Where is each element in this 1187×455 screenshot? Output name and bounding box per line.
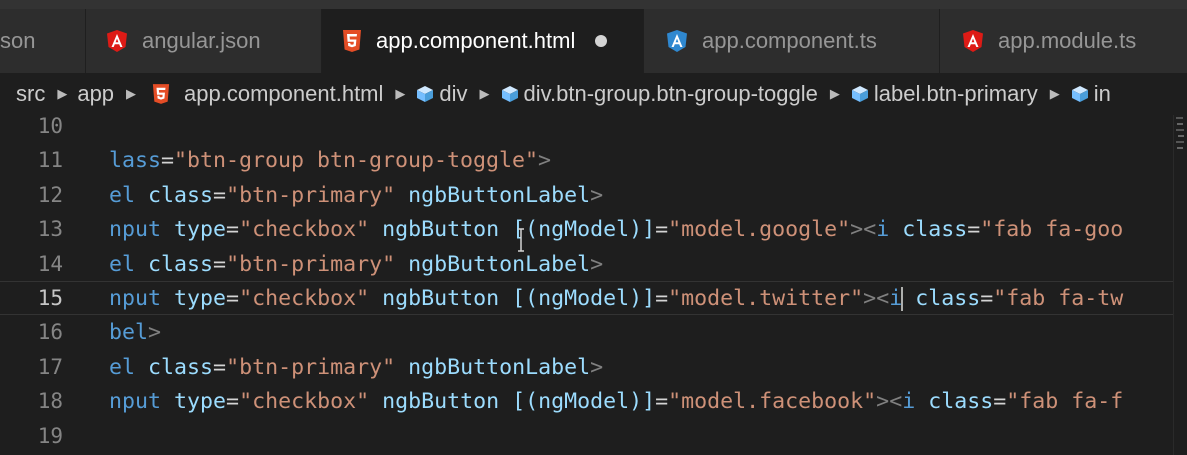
symbol-cube-icon xyxy=(501,86,518,102)
symbol-cube-icon xyxy=(1071,86,1088,102)
code-text: bel> xyxy=(109,319,162,345)
code-line[interactable]: 10 xyxy=(0,115,1187,143)
angular-icon xyxy=(963,30,983,52)
breadcrumb-separator-icon: ▶ xyxy=(395,86,406,101)
breadcrumb-label: label.btn-primary xyxy=(873,81,1038,106)
breadcrumb-item-label[interactable]: label.btn-primary xyxy=(850,81,1038,107)
code-text: nput type="checkbox" ngbButton [(ngModel… xyxy=(109,216,1124,242)
line-number: 13 xyxy=(37,217,63,241)
tab-app-component-ts[interactable]: app.component.ts xyxy=(644,9,940,73)
breadcrumb-separator-icon: ▶ xyxy=(829,86,840,101)
vertical-scrollbar[interactable] xyxy=(1173,115,1187,455)
breadcrumb-label: div.btn-group.btn-group-toggle xyxy=(523,81,818,106)
code-text: nput type="checkbox" ngbButton [(ngModel… xyxy=(109,285,1124,311)
code-text: el class="btn-primary" ngbButtonLabel> xyxy=(109,354,604,380)
breadcrumb-item-app[interactable]: app xyxy=(77,81,114,107)
tab-label: angular.json xyxy=(142,28,261,53)
line-number: 17 xyxy=(37,355,63,379)
breadcrumb-item-div-btn-group[interactable]: div.btn-group.btn-group-toggle xyxy=(500,81,818,107)
angular-icon xyxy=(107,30,127,52)
tab-app-component-html[interactable]: app.component.html xyxy=(322,9,644,73)
breadcrumb-label: src xyxy=(16,81,46,106)
breadcrumb-separator-icon: ▶ xyxy=(479,86,490,101)
html5-icon xyxy=(343,30,361,52)
code-line[interactable]: 14 el class="btn-primary" ngbButtonLabel… xyxy=(0,247,1187,281)
text-cursor xyxy=(901,286,904,311)
breadcrumb-item-file[interactable]: app.component.html xyxy=(146,81,383,107)
tab-angular-json[interactable]: angular.json xyxy=(86,9,322,73)
breadcrumb-item-src[interactable]: src xyxy=(16,81,45,107)
tab-label: app.component.html xyxy=(376,28,576,53)
symbol-cube-icon xyxy=(851,86,868,102)
unsaved-dot-icon[interactable] xyxy=(595,35,608,47)
code-line[interactable]: 17 el class="btn-primary" ngbButtonLabel… xyxy=(0,350,1187,384)
breadcrumb-item-input[interactable]: in xyxy=(1070,81,1111,107)
breadcrumb-label: app.component.html xyxy=(184,81,384,106)
code-line-current[interactable]: 15 nput type="checkbox" ngbButton [(ngMo… xyxy=(0,281,1187,315)
angular-ts-icon xyxy=(667,30,687,52)
breadcrumb-label: in xyxy=(1093,81,1111,106)
breadcrumb-label: app xyxy=(77,81,115,106)
editor-tab-bar: son angular.json app.component.html app.… xyxy=(0,9,1187,73)
line-number: 14 xyxy=(37,252,63,276)
code-text: el class="btn-primary" ngbButtonLabel> xyxy=(109,251,604,277)
minimap-icon[interactable] xyxy=(1175,117,1185,157)
html5-icon xyxy=(152,84,170,104)
breadcrumb-separator-icon: ▶ xyxy=(57,86,68,101)
code-line[interactable]: 11 lass="btn-group btn-group-toggle"> xyxy=(0,143,1187,177)
breadcrumb-item-div[interactable]: div xyxy=(415,81,468,107)
line-number: 11 xyxy=(37,148,63,172)
code-line[interactable]: 19 xyxy=(0,419,1187,453)
tab-json-file[interactable]: son xyxy=(0,9,86,73)
tab-label: app.component.ts xyxy=(702,28,877,53)
line-number: 15 xyxy=(37,286,63,310)
code-line[interactable]: 16 bel> xyxy=(0,315,1187,349)
tab-label: son xyxy=(0,28,36,53)
breadcrumb-separator-icon: ▶ xyxy=(126,86,137,101)
tab-label: app.module.ts xyxy=(998,28,1137,53)
line-number: 18 xyxy=(37,389,63,413)
code-text: lass="btn-group btn-group-toggle"> xyxy=(109,147,552,173)
title-bar-strip xyxy=(0,0,1187,9)
code-editor[interactable]: 10 11 lass="btn-group btn-group-toggle">… xyxy=(0,115,1187,455)
tab-app-module-ts[interactable]: app.module.ts xyxy=(940,9,1187,73)
code-line[interactable]: 18 nput type="checkbox" ngbButton [(ngMo… xyxy=(0,384,1187,418)
code-text: nput type="checkbox" ngbButton [(ngModel… xyxy=(109,388,1124,414)
line-number: 12 xyxy=(37,183,63,207)
code-text: el class="btn-primary" ngbButtonLabel> xyxy=(109,182,604,208)
mouse-ibeam-cursor-icon xyxy=(518,228,524,252)
symbol-cube-icon xyxy=(417,86,434,102)
code-line[interactable]: 12 el class="btn-primary" ngbButtonLabel… xyxy=(0,178,1187,212)
line-number: 19 xyxy=(37,424,63,448)
breadcrumb: src ▶ app ▶ app.component.html ▶ div ▶ d… xyxy=(0,73,1187,115)
breadcrumb-label: div xyxy=(439,81,468,106)
code-line[interactable]: 13 nput type="checkbox" ngbButton [(ngMo… xyxy=(0,212,1187,246)
line-number: 10 xyxy=(37,115,63,138)
line-number: 16 xyxy=(37,320,63,344)
breadcrumb-separator-icon: ▶ xyxy=(1049,86,1060,101)
